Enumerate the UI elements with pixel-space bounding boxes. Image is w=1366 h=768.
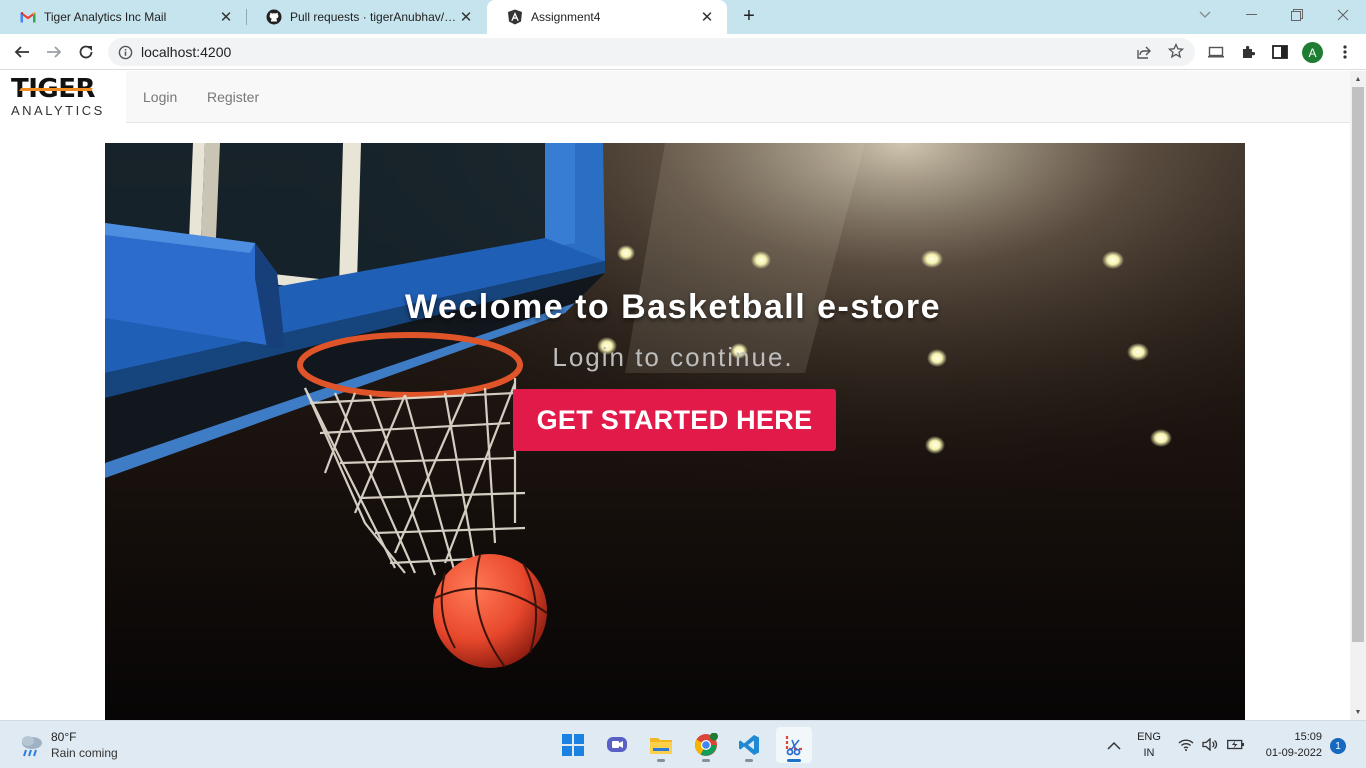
close-icon[interactable]: ✕ — [458, 9, 474, 26]
running-indicator — [787, 759, 801, 762]
wifi-icon[interactable] — [1178, 738, 1194, 756]
scrollbar-thumb[interactable] — [1352, 87, 1364, 642]
angular-icon — [507, 9, 523, 25]
battery-icon[interactable] — [1227, 738, 1245, 756]
tab-gmail[interactable]: Tiger Analytics Inc Mail ✕ — [0, 0, 246, 34]
new-tab-button[interactable]: + — [737, 4, 761, 28]
logo-subword: ANALYTICS — [11, 103, 105, 118]
menu-kebab-icon[interactable] — [1331, 38, 1359, 66]
page-viewport: TIGER ANALYTICS Login Register Weclome t… — [0, 71, 1350, 720]
input-language-line2[interactable]: IN — [1136, 747, 1162, 759]
windows-taskbar: 80°F Rain coming ENG IN 15:09 01-09-2022… — [0, 720, 1366, 768]
chrome-icon[interactable] — [688, 727, 724, 763]
browser-toolbar: localhost:4200 A — [0, 34, 1366, 70]
volume-icon[interactable] — [1202, 737, 1218, 756]
tiger-analytics-logo[interactable]: TIGER ANALYTICS — [0, 71, 126, 123]
file-explorer-icon[interactable] — [643, 727, 679, 763]
running-indicator — [657, 759, 665, 762]
snipping-tool-icon[interactable] — [776, 727, 812, 763]
hero-banner: Weclome to Basketball e-store Login to c… — [105, 143, 1245, 720]
logo-stripe — [19, 88, 93, 91]
site-info-icon[interactable] — [118, 45, 133, 60]
address-bar[interactable]: localhost:4200 — [108, 38, 1195, 66]
reload-button[interactable] — [72, 38, 100, 66]
forward-button[interactable] — [40, 38, 68, 66]
side-panel-icon[interactable] — [1266, 38, 1294, 66]
tab-github[interactable]: Pull requests · tigerAnubhav/reta ✕ — [246, 0, 486, 34]
close-icon[interactable]: ✕ — [218, 9, 234, 26]
close-icon[interactable]: ✕ — [699, 9, 715, 26]
browser-tab-strip: Tiger Analytics Inc Mail ✕ Pull requests… — [0, 0, 1366, 34]
clock-date[interactable]: 01-09-2022 — [1252, 747, 1322, 759]
cast-icon[interactable] — [1202, 38, 1230, 66]
running-indicator — [702, 759, 710, 762]
nav-register-link[interactable]: Register — [207, 89, 259, 105]
clock-time[interactable]: 15:09 — [1262, 731, 1322, 743]
tab-title: Pull requests · tigerAnubhav/reta — [290, 10, 458, 24]
share-icon[interactable] — [1136, 44, 1152, 60]
scroll-down-arrow-icon[interactable]: ▼ — [1352, 706, 1364, 718]
weather-temperature[interactable]: 80°F — [51, 730, 76, 744]
site-navbar: TIGER ANALYTICS Login Register — [0, 71, 1350, 123]
extensions-icon[interactable] — [1234, 38, 1262, 66]
tab-title: Assignment4 — [531, 10, 601, 24]
rain-cloud-icon[interactable] — [18, 731, 46, 759]
hero-title: Weclome to Basketball e-store — [404, 288, 942, 326]
basketball — [433, 554, 548, 668]
show-hidden-icons-chevron-icon[interactable] — [1107, 738, 1121, 756]
tab-title: Tiger Analytics Inc Mail — [44, 10, 167, 24]
minimize-button[interactable] — [1228, 0, 1274, 30]
nav-login-link[interactable]: Login — [143, 89, 177, 105]
tab-search-chevron-icon[interactable] — [1182, 0, 1228, 30]
gmail-icon — [20, 9, 36, 25]
profile-avatar[interactable]: A — [1302, 42, 1323, 63]
url-text: localhost:4200 — [141, 44, 232, 60]
github-icon — [266, 9, 282, 25]
restore-button[interactable] — [1274, 0, 1320, 30]
back-button[interactable] — [8, 38, 36, 66]
input-language-line1[interactable]: ENG — [1136, 731, 1162, 743]
vscode-icon[interactable] — [731, 727, 767, 763]
hero-subtitle: Login to continue. — [552, 342, 794, 372]
scroll-up-arrow-icon[interactable]: ▲ — [1352, 73, 1364, 85]
running-indicator — [745, 759, 753, 762]
windows-start-icon[interactable] — [555, 727, 591, 763]
bookmark-star-icon[interactable] — [1168, 43, 1184, 59]
get-started-button[interactable]: GET STARTED HERE — [513, 389, 836, 451]
teams-chat-icon[interactable] — [599, 727, 635, 763]
tab-assignment4[interactable]: Assignment4 ✕ — [487, 0, 727, 34]
notification-badge[interactable]: 1 — [1330, 738, 1346, 754]
weather-condition[interactable]: Rain coming — [51, 746, 118, 760]
close-window-button[interactable] — [1320, 0, 1366, 30]
